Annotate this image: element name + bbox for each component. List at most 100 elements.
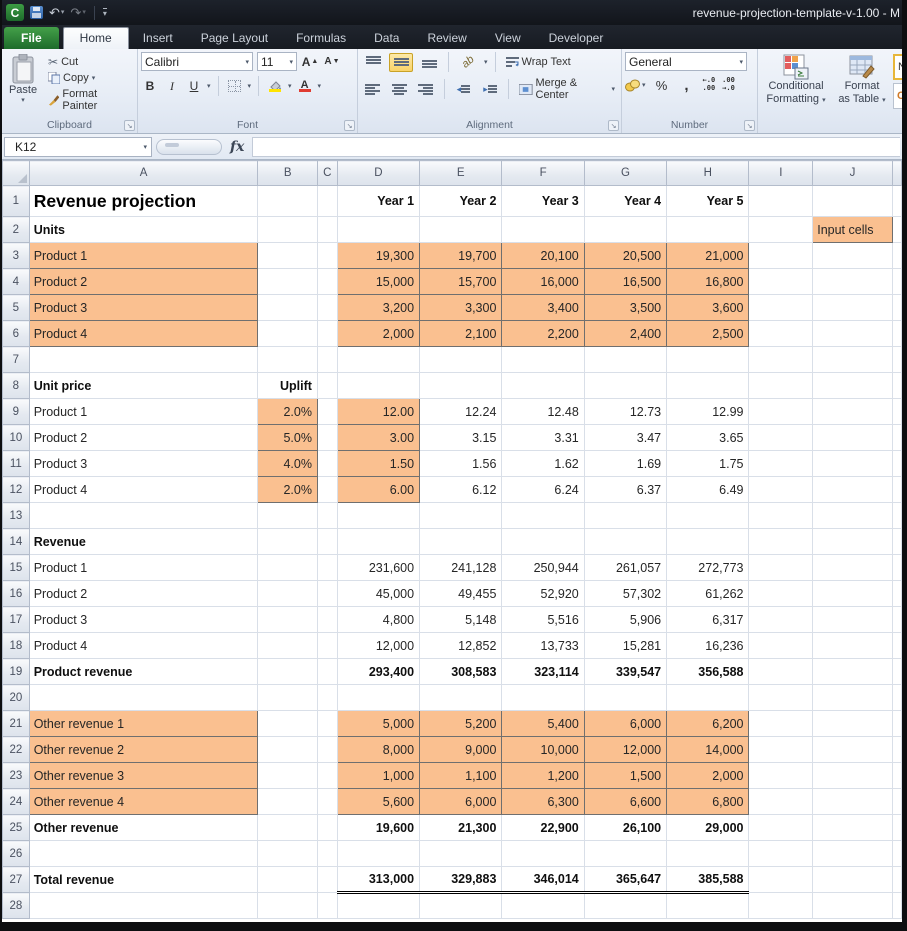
cell-F12[interactable]: 6.24 — [502, 477, 584, 503]
cell-A16[interactable]: Product 2 — [29, 581, 258, 607]
cell-C7[interactable] — [317, 347, 337, 373]
cell-E24[interactable]: 6,000 — [420, 789, 502, 815]
cell-C19[interactable] — [317, 659, 337, 685]
align-middle-button[interactable] — [389, 53, 413, 72]
cell-H27[interactable]: 385,588 — [667, 867, 749, 893]
cell-B27[interactable] — [258, 867, 318, 893]
cell-C6[interactable] — [317, 321, 337, 347]
percent-style-button[interactable]: % — [653, 76, 671, 94]
cell-B6[interactable] — [258, 321, 318, 347]
row-header-16[interactable]: 16 — [3, 581, 30, 607]
tab-formulas[interactable]: Formulas — [282, 28, 360, 49]
cell-D6[interactable]: 2,000 — [337, 321, 419, 347]
cell-F20[interactable] — [502, 685, 584, 711]
tab-file[interactable]: File — [4, 27, 59, 49]
cell-E17[interactable]: 5,148 — [420, 607, 502, 633]
row-header-20[interactable]: 20 — [3, 685, 30, 711]
cell-D11[interactable]: 1.50 — [337, 451, 419, 477]
cell-I14[interactable] — [749, 529, 813, 555]
cell-F21[interactable]: 5,400 — [502, 711, 584, 737]
cell-I25[interactable] — [749, 815, 813, 841]
cell-A20[interactable] — [29, 685, 258, 711]
cell-H2[interactable] — [667, 217, 749, 243]
cell-I15[interactable] — [749, 555, 813, 581]
cell-H21[interactable]: 6,200 — [667, 711, 749, 737]
cell-C13[interactable] — [317, 503, 337, 529]
cell-I21[interactable] — [749, 711, 813, 737]
cell-H3[interactable]: 21,000 — [667, 243, 749, 269]
conditional-formatting-button[interactable]: ConditionalFormatting ▾ — [761, 52, 831, 117]
cell-G4[interactable]: 16,500 — [584, 269, 666, 295]
cell-A24[interactable]: Other revenue 4 — [29, 789, 258, 815]
cell-A12[interactable]: Product 4 — [29, 477, 258, 503]
cell-I8[interactable] — [749, 373, 813, 399]
row-header-19[interactable]: 19 — [3, 659, 30, 685]
cell-F7[interactable] — [502, 347, 584, 373]
underline-button[interactable]: U — [185, 77, 203, 95]
cell-D17[interactable]: 4,800 — [337, 607, 419, 633]
cell-D10[interactable]: 3.00 — [337, 425, 419, 451]
cell-H9[interactable]: 12.99 — [667, 399, 749, 425]
align-right-button[interactable] — [414, 80, 437, 99]
clipboard-dialog-launcher[interactable]: ↘ — [124, 120, 135, 131]
col-header-H[interactable]: H — [667, 161, 749, 186]
cell-C17[interactable] — [317, 607, 337, 633]
col-header-I[interactable]: I — [749, 161, 813, 186]
row-header-2[interactable]: 2 — [3, 217, 30, 243]
cell-E1[interactable]: Year 2 — [420, 186, 502, 217]
cell-A13[interactable] — [29, 503, 258, 529]
cell-A6[interactable]: Product 4 — [29, 321, 258, 347]
cell-F18[interactable]: 13,733 — [502, 633, 584, 659]
cell-H16[interactable]: 61,262 — [667, 581, 749, 607]
cell-B11[interactable]: 4.0% — [258, 451, 318, 477]
name-box[interactable]: K12▾ — [4, 137, 152, 157]
cell-A18[interactable]: Product 4 — [29, 633, 258, 659]
cell-J18[interactable] — [813, 633, 893, 659]
cell-G28[interactable] — [584, 893, 666, 919]
cell-I10[interactable] — [749, 425, 813, 451]
cell-H11[interactable]: 1.75 — [667, 451, 749, 477]
shrink-font-button[interactable]: A▼ — [323, 53, 341, 71]
tab-data[interactable]: Data — [360, 28, 413, 49]
cell-J7[interactable] — [813, 347, 893, 373]
cell-F22[interactable]: 10,000 — [502, 737, 584, 763]
cell-E9[interactable]: 12.24 — [420, 399, 502, 425]
row-header-15[interactable]: 15 — [3, 555, 30, 581]
col-header-A[interactable]: A — [29, 161, 258, 186]
col-header-F[interactable]: F — [502, 161, 584, 186]
formula-input[interactable] — [252, 137, 900, 157]
row-header-3[interactable]: 3 — [3, 243, 30, 269]
cell-H20[interactable] — [667, 685, 749, 711]
cell-J28[interactable] — [813, 893, 893, 919]
tab-developer[interactable]: Developer — [535, 28, 618, 49]
cell-D13[interactable] — [337, 503, 419, 529]
cell-F10[interactable]: 3.31 — [502, 425, 584, 451]
row-header-12[interactable]: 12 — [3, 477, 30, 503]
cell-A9[interactable]: Product 1 — [29, 399, 258, 425]
cell-E28[interactable] — [420, 893, 502, 919]
cell-H5[interactable]: 3,600 — [667, 295, 749, 321]
format-painter-button[interactable]: Format Painter — [45, 87, 134, 113]
cell-B23[interactable] — [258, 763, 318, 789]
tab-home[interactable]: Home — [63, 27, 129, 49]
col-header-J[interactable]: J — [813, 161, 893, 186]
cell-D20[interactable] — [337, 685, 419, 711]
cell-B10[interactable]: 5.0% — [258, 425, 318, 451]
cell-E4[interactable]: 15,700 — [420, 269, 502, 295]
row-header-17[interactable]: 17 — [3, 607, 30, 633]
cell-C14[interactable] — [317, 529, 337, 555]
cell-A22[interactable]: Other revenue 2 — [29, 737, 258, 763]
cell-E7[interactable] — [420, 347, 502, 373]
cell-J17[interactable] — [813, 607, 893, 633]
cell-G27[interactable]: 365,647 — [584, 867, 666, 893]
align-center-button[interactable] — [388, 80, 411, 99]
cell-G23[interactable]: 1,500 — [584, 763, 666, 789]
cell-J22[interactable] — [813, 737, 893, 763]
cell-J23[interactable] — [813, 763, 893, 789]
cell-D18[interactable]: 12,000 — [337, 633, 419, 659]
cell-G15[interactable]: 261,057 — [584, 555, 666, 581]
cell-F4[interactable]: 16,000 — [502, 269, 584, 295]
cell-A1[interactable]: Revenue projection — [29, 186, 258, 217]
cell-I20[interactable] — [749, 685, 813, 711]
cell-H8[interactable] — [667, 373, 749, 399]
